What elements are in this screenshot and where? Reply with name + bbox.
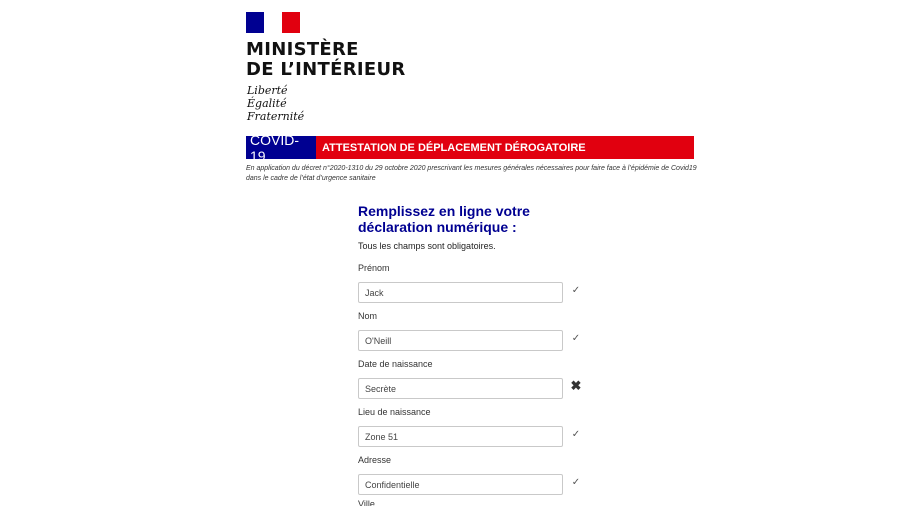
flag-red-stripe — [282, 12, 300, 33]
ministry-line-1: MINISTÈRE — [246, 39, 359, 60]
field-label: Lieu de naissance — [358, 407, 431, 417]
valid-check-icon: ✓ — [571, 285, 581, 296]
field-label-ville-partial: Ville — [358, 499, 375, 506]
valid-check-icon: ✓ — [571, 429, 581, 440]
required-note: Tous les champs sont obligatoires. — [358, 241, 496, 251]
banner-title: ATTESTATION DE DÉPLACEMENT DÉROGATOIRE — [322, 141, 586, 154]
motto-egalite: Égalité — [247, 97, 287, 110]
form-title: Remplissez en ligne votre déclaration nu… — [358, 203, 530, 235]
field-label: Prénom — [358, 263, 390, 273]
field-label: Adresse — [358, 455, 392, 465]
ministry-line-2: DE L’INTÉRIEUR — [246, 59, 406, 80]
attestation-banner: COVID-19 ATTESTATION DE DÉPLACEMENT DÉRO… — [246, 132, 694, 164]
invalid-cross-icon: ✖ — [570, 378, 582, 393]
field-nom: Nom O'Neill ✓ — [358, 311, 580, 351]
marianne-flag-logo — [246, 12, 300, 33]
field-date-naissance: Date de naissance Secrète ✖ — [358, 359, 581, 399]
flag-blue-stripe — [246, 12, 264, 33]
ministry-title: MINISTÈRE DE L’INTÉRIEUR — [246, 40, 406, 80]
field-prenom: Prénom Jack ✓ — [358, 263, 580, 303]
field-label: Date de naissance — [358, 359, 433, 369]
form-header: Remplissez en ligne votre déclaration nu… — [358, 203, 598, 251]
valid-check-icon: ✓ — [571, 333, 581, 344]
field-adresse: Adresse Confidentielle ✓ — [358, 455, 580, 495]
field-lieu-naissance: Lieu de naissance Zone 51 ✓ — [358, 407, 580, 447]
flag-white-stripe — [264, 12, 282, 33]
date-naissance-input[interactable]: Secrète — [358, 378, 563, 399]
decree-text: En application du décret n°2020-1310 du … — [246, 165, 697, 182]
prenom-input[interactable]: Jack — [358, 282, 563, 303]
adresse-input[interactable]: Confidentielle — [358, 474, 563, 495]
valid-check-icon: ✓ — [571, 477, 581, 488]
lieu-naissance-input[interactable]: Zone 51 — [358, 426, 563, 447]
motto-liberte: Liberté — [247, 84, 288, 97]
motto-fraternite: Fraternité — [247, 110, 305, 123]
nom-input[interactable]: O'Neill — [358, 330, 563, 351]
field-label: Nom — [358, 311, 378, 321]
motto: Liberté Égalité Fraternité — [247, 84, 304, 123]
covid-badge: COVID-19 — [246, 132, 316, 164]
